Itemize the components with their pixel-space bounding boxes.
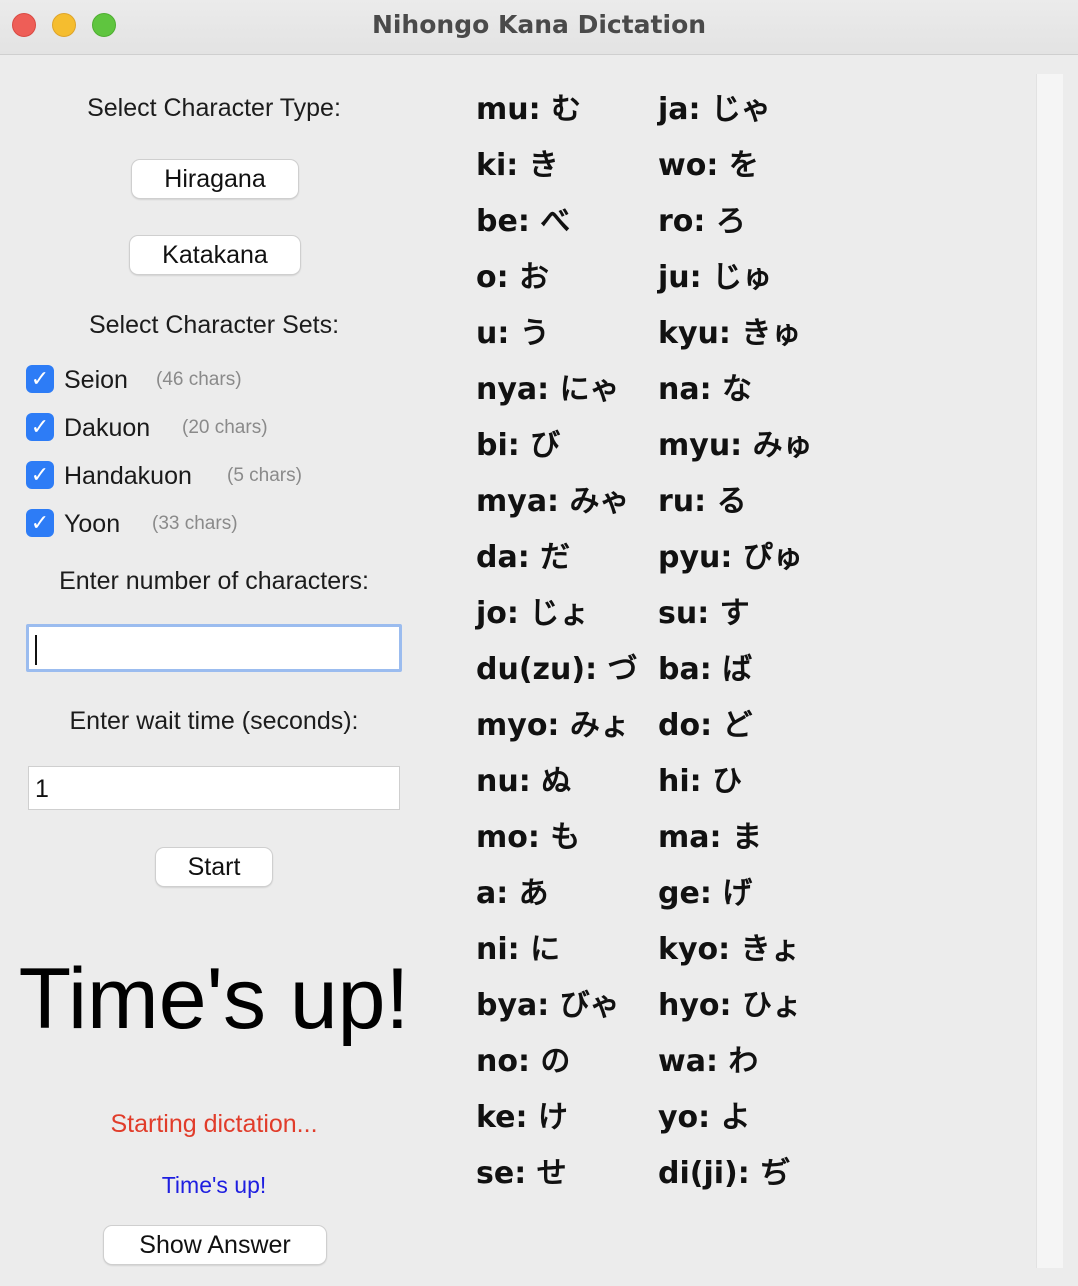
set-handakuon-label: Handakuon xyxy=(64,462,192,490)
answer-item: na: な xyxy=(658,372,753,407)
start-button[interactable]: Start xyxy=(156,848,272,886)
answer-item: wo: を xyxy=(658,148,759,183)
answer-column-1: mu: む ki: き be: べ o: お u: う nya: にゃ bi: … xyxy=(476,86,638,1206)
status-message: Starting dictation... xyxy=(110,1110,318,1138)
answer-item: mu: む xyxy=(476,92,582,127)
answer-item: ba: ば xyxy=(658,652,753,687)
set-seion-count: (46 chars) xyxy=(156,369,242,390)
katakana-button[interactable]: Katakana xyxy=(130,236,300,274)
answer-item: se: せ xyxy=(476,1156,567,1191)
answer-item: be: べ xyxy=(476,204,571,239)
set-dakuon-count: (20 chars) xyxy=(182,417,268,438)
hiragana-button[interactable]: Hiragana xyxy=(132,160,298,198)
answer-item: nu: ぬ xyxy=(476,764,572,799)
window-title: Nihongo Kana Dictation xyxy=(371,10,707,39)
answer-item: wa: わ xyxy=(658,1044,759,1079)
answer-item: mya: みゃ xyxy=(476,484,630,519)
answer-item: du(zu): づ xyxy=(476,652,638,687)
num-chars-input[interactable] xyxy=(26,624,402,672)
text-caret xyxy=(35,635,37,665)
answer-item: di(ji): ぢ xyxy=(658,1156,791,1191)
checkbox-dakuon[interactable]: ✓ xyxy=(26,413,54,441)
checkbox-yoon[interactable]: ✓ xyxy=(26,509,54,537)
wait-time-input[interactable]: 1 xyxy=(28,766,400,810)
answer-item: a: あ xyxy=(476,876,549,911)
checkbox-seion[interactable]: ✓ xyxy=(26,365,54,393)
scrollbar[interactable] xyxy=(1036,74,1063,1268)
set-dakuon-label: Dakuon xyxy=(64,414,151,442)
set-handakuon-count: (5 chars) xyxy=(227,465,302,486)
select-type-label: Select Character Type: xyxy=(87,94,341,122)
num-chars-label: Enter number of characters: xyxy=(59,567,369,595)
answer-item: hi: ひ xyxy=(658,764,743,799)
set-yoon-label: Yoon xyxy=(64,510,121,538)
answer-item: ni: に xyxy=(476,932,561,967)
answer-item: myo: みょ xyxy=(476,708,630,743)
answer-item: ru: る xyxy=(658,484,747,519)
answer-item: jo: じょ xyxy=(476,596,590,631)
answer-item: ro: ろ xyxy=(658,204,746,239)
answer-item: ja: じゃ xyxy=(658,92,771,127)
answer-item: ki: き xyxy=(476,148,559,183)
answer-item: bi: び xyxy=(476,428,561,463)
title-bar: Nihongo Kana Dictation xyxy=(0,0,1078,55)
wait-time-label: Enter wait time (seconds): xyxy=(69,707,359,735)
answer-item: u: う xyxy=(476,316,550,351)
answer-item: hyo: ひょ xyxy=(658,988,802,1023)
answer-item: bya: びゃ xyxy=(476,988,620,1023)
answer-item: yo: よ xyxy=(658,1100,751,1135)
answer-item: pyu: ぴゅ xyxy=(658,540,803,575)
set-yoon-count: (33 chars) xyxy=(152,513,238,534)
answer-item: o: お xyxy=(476,260,550,295)
answer-item: nya: にゃ xyxy=(476,372,620,407)
answer-item: ge: げ xyxy=(658,876,753,911)
show-answer-button[interactable]: Show Answer xyxy=(104,1226,326,1264)
answer-item: su: す xyxy=(658,596,750,631)
answer-item: do: ど xyxy=(658,708,753,743)
answer-column-2: ja: じゃ wo: を ro: ろ ju: じゅ kyu: きゅ na: な … xyxy=(658,86,813,1206)
answer-item: ju: じゅ xyxy=(658,260,773,295)
answer-item: ma: ま xyxy=(658,820,762,855)
checkbox-handakuon[interactable]: ✓ xyxy=(26,461,54,489)
answer-item: myu: みゅ xyxy=(658,428,813,463)
wait-time-value: 1 xyxy=(35,775,49,803)
select-sets-label: Select Character Sets: xyxy=(88,311,340,339)
big-status-text: Time's up! xyxy=(18,951,410,1047)
answer-item: no: の xyxy=(476,1044,571,1079)
set-seion-label: Seion xyxy=(64,366,128,394)
answer-item: ke: け xyxy=(476,1100,568,1135)
timer-status: Time's up! xyxy=(161,1172,267,1198)
answer-item: kyo: きょ xyxy=(658,932,801,967)
answer-item: mo: も xyxy=(476,820,581,855)
answer-item: kyu: きゅ xyxy=(658,316,802,351)
answer-item: da: だ xyxy=(476,540,571,575)
